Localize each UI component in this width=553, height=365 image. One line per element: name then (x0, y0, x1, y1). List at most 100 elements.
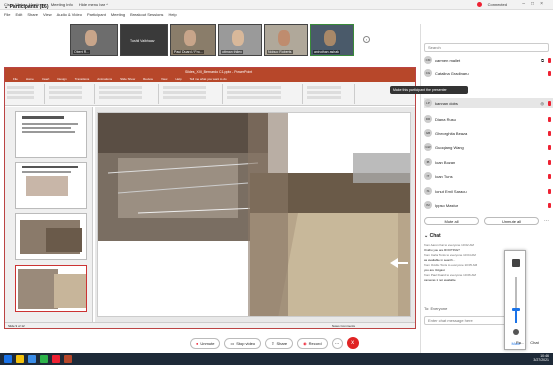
mic-muted-icon[interactable] (548, 100, 551, 106)
end-meeting-button[interactable]: x (346, 337, 359, 349)
connection-dot-icon (476, 2, 482, 8)
avatar: IM (424, 201, 432, 209)
video-tile[interactable]: Nobuo Roberts (264, 24, 308, 56)
mic-icon (513, 329, 519, 335)
menu-file[interactable]: File (4, 12, 10, 17)
menu-edit[interactable]: Edit (15, 12, 22, 17)
participant-row[interactable]: DR Diana Rusu (424, 114, 553, 124)
chat-message: cameras 1 not available (424, 278, 456, 282)
ribbon-group-editing[interactable] (305, 84, 355, 104)
mic-muted-icon[interactable] (548, 116, 551, 122)
start-icon[interactable] (4, 355, 12, 363)
participant-row[interactable]: IB Ioan Bozan (424, 157, 553, 167)
ppt-tab[interactable]: File (13, 77, 18, 81)
video-tile[interactable]: Obert R... (70, 24, 118, 56)
slide-thumbnail[interactable]: 6 (15, 162, 87, 209)
ppt-tab[interactable]: Slide Show (120, 77, 135, 81)
mic-icon: ● (196, 340, 199, 346)
ribbon-group-drawing[interactable] (225, 84, 303, 104)
participant-row[interactable]: CM carmen mallet ⧉ (424, 55, 553, 65)
ppt-tell-me[interactable]: Tell me what you want to do (190, 77, 227, 81)
system-clock[interactable]: 10:46 3/27/2021 (533, 354, 549, 362)
chat-header[interactable]: ⌄ Chat (424, 233, 441, 239)
ppt-tab[interactable]: View (161, 77, 167, 81)
menu-participant[interactable]: Participant (87, 12, 106, 17)
video-tile[interactable]: Tushil Vaibhaav (120, 24, 168, 56)
ppt-tab[interactable]: Help (175, 77, 181, 81)
unmute-button[interactable]: ● Unmute (190, 337, 221, 349)
slide-thumbnail[interactable]: 7 (15, 213, 87, 260)
connection-status[interactable]: Connected (476, 2, 513, 8)
participant-name: Guoqiang Wang (435, 144, 464, 150)
ribbon-group-slides[interactable] (47, 84, 95, 104)
status-right[interactable]: Notes Comments (332, 324, 355, 328)
participant-name: carmen mallet (435, 57, 461, 63)
window-controls[interactable]: –□× (522, 1, 549, 7)
current-slide[interactable] (97, 112, 411, 317)
ppt-tab[interactable]: Animations (97, 77, 112, 81)
record-button[interactable]: ◉ Record (297, 337, 328, 349)
participant-row[interactable]: IS Ionut Emil Saracu (424, 186, 553, 196)
ribbon-group-paragraph[interactable] (161, 84, 223, 104)
menu-meeting[interactable]: Meeting (111, 12, 125, 17)
ribbon-group-clipboard[interactable] (5, 84, 45, 104)
more-options-button[interactable]: ... (331, 337, 343, 349)
video-tile[interactable]: Paul Duard / Fro... (170, 24, 216, 56)
chat-toggle-button[interactable]: Chat (530, 340, 538, 345)
share-button[interactable]: ⇪ Share (265, 337, 294, 349)
slide-thumbnail-selected[interactable]: 8 (15, 265, 87, 312)
unmute-all-button[interactable]: Unmute all (484, 217, 539, 225)
video-tile[interactable]: ottman thilex (218, 24, 262, 56)
participant-row[interactable]: GB Gheorghita Beaza (424, 128, 553, 138)
mic-muted-icon[interactable] (548, 130, 551, 136)
ppt-tab[interactable]: Home (26, 77, 34, 81)
video-tile-active[interactable]: aniruthan ashak (310, 24, 354, 56)
video-strip: Obert R... Tushil Vaibhaav Paul Duard / … (70, 24, 370, 62)
browser-icon[interactable] (28, 355, 36, 363)
mic-muted-icon[interactable] (548, 173, 551, 179)
participant-video (277, 30, 290, 46)
ppt-tab[interactable]: Insert (42, 77, 50, 81)
chat-log: from Aaron Kai to everyone 10:02 AM Ovid… (424, 243, 506, 303)
menu-view[interactable]: View (43, 12, 52, 17)
mute-all-button[interactable]: Mute all (424, 217, 479, 225)
ppt-tab[interactable]: Design (57, 77, 66, 81)
menu-audio-video[interactable]: Audio & Video (57, 12, 82, 17)
participant-row[interactable]: IM Ippso Mastur (424, 200, 553, 210)
file-explorer-icon[interactable] (16, 355, 24, 363)
participant-row[interactable]: GW Guoqiang Wang (424, 142, 553, 152)
mic-muted-icon[interactable] (548, 188, 551, 194)
mic-muted-icon[interactable] (548, 159, 551, 165)
more-options-icon[interactable]: ⋯ (544, 218, 549, 224)
mic-muted-icon[interactable] (548, 202, 551, 208)
participant-row-hovered[interactable]: LP kannan dobs ◎ (424, 98, 553, 108)
mic-muted-icon[interactable] (548, 57, 551, 63)
participant-row[interactable]: IT Ioan Tuns (424, 171, 553, 181)
slide-thumbnail[interactable]: 5 (15, 111, 87, 158)
chat-recipient-select[interactable]: To: Everyone (424, 306, 447, 311)
menu-help[interactable]: Help (168, 12, 176, 17)
stop-video-button[interactable]: ▭ Stop video (224, 337, 262, 349)
ribbon-group-font[interactable] (97, 84, 159, 104)
ppt-tab[interactable]: Review (143, 77, 153, 81)
menu-breakout[interactable]: Breakout Sessions (130, 12, 163, 17)
participants-toggle-button[interactable]: Pa... (516, 340, 524, 345)
webex-taskbar-icon[interactable] (40, 355, 48, 363)
menu-share[interactable]: Share (27, 12, 38, 17)
avatar: IB (424, 158, 432, 166)
powerpoint-taskbar-icon[interactable] (64, 355, 72, 363)
video-tile-label: ottman thilex (221, 50, 243, 54)
unmute-label: Unmute (200, 340, 215, 346)
mic-muted-icon[interactable] (548, 144, 551, 150)
participant-row[interactable]: CG Catalina Gradinaru (424, 68, 553, 78)
chevron-right-icon[interactable]: › (363, 36, 370, 43)
mic-muted-icon[interactable] (548, 70, 551, 76)
participant-search-input[interactable] (424, 43, 549, 52)
camera-icon: ▭ (230, 340, 235, 346)
ppt-tab[interactable]: Transitions (75, 77, 90, 81)
participants-header[interactable]: ⌄ Participants (16) (4, 4, 129, 12)
app-taskbar-icon[interactable] (52, 355, 60, 363)
speaker-icon (512, 259, 520, 267)
presenter-icon[interactable]: ◎ (541, 101, 545, 106)
volume-slider-thumb[interactable] (512, 308, 520, 311)
